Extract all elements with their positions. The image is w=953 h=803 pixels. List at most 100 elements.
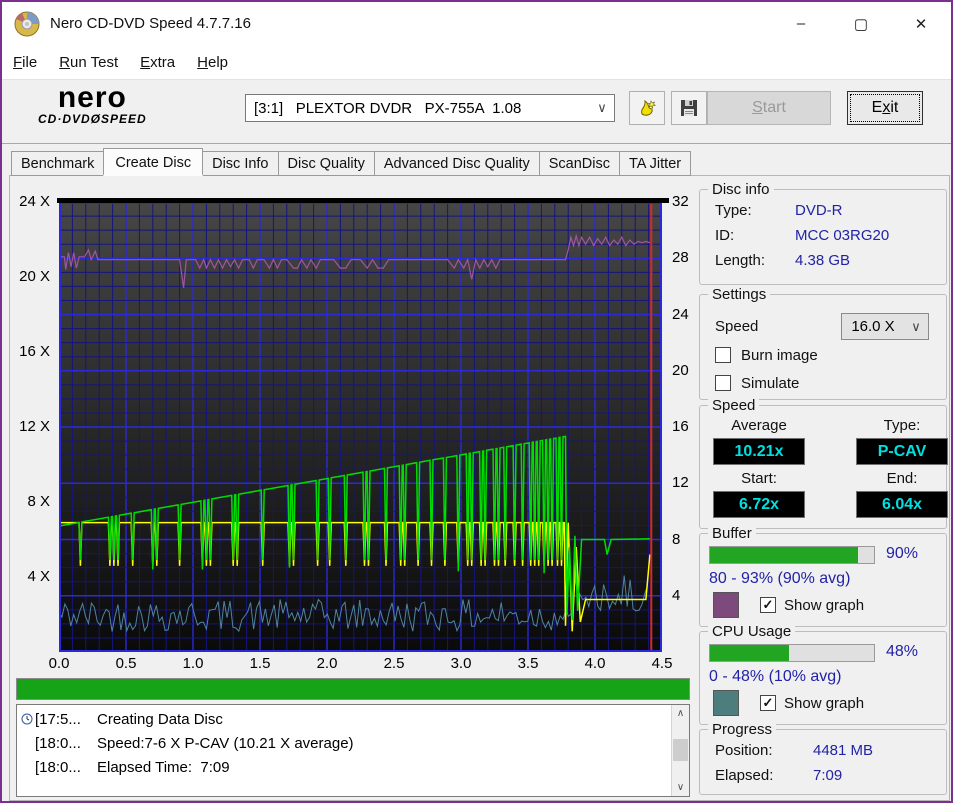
menu-extra[interactable]: Extra (129, 48, 186, 77)
scroll-thumb[interactable] (673, 739, 688, 761)
app-icon (14, 11, 40, 36)
cpu-color-swatch (713, 690, 739, 716)
x-axis-labels: 0.0 0.5 1.0 1.5 2.0 2.5 3.0 3.5 4.0 4.5 (49, 655, 673, 675)
left-axis-tick-label: 8 X (27, 493, 50, 510)
close-button[interactable]: ✕ (891, 2, 951, 45)
chevron-down-icon: ∨ (911, 318, 921, 334)
cpu-bar (709, 644, 875, 662)
elapsed-label: Elapsed: (715, 767, 774, 784)
tab-bar: Benchmark Create Disc Disc Info Disc Qualit… (11, 148, 692, 176)
disc-id-value: MCC 03RG20 (795, 227, 890, 244)
menu-run-test[interactable]: Run Test (48, 48, 129, 77)
burn-image-label: Burn image (741, 347, 818, 364)
log-row[interactable]: [17:5... Creating Data Disc (19, 707, 670, 731)
chart-top-border (57, 198, 669, 203)
cpu-show-graph-checkbox[interactable] (760, 695, 776, 711)
simulate-label: Simulate (741, 375, 800, 392)
log-scrollbar[interactable]: ∧ ∨ (671, 705, 689, 796)
status-log[interactable]: [17:5... Creating Data Disc [18:0... Speed:… (16, 704, 690, 797)
maximize-button[interactable]: ▢ (831, 2, 891, 45)
x-axis-tick-label: 1.5 (249, 655, 271, 672)
tab-create-disc[interactable]: Create Disc (103, 148, 204, 176)
x-axis-tick-label: 0.5 (115, 655, 137, 672)
nero-logo-subtext: CD·DVDØSPEED (38, 112, 147, 126)
buffer-bar (709, 546, 875, 564)
log-row[interactable]: [18:0... Speed:7-6 X P-CAV (10.21 X avera… (19, 731, 670, 755)
tab-scandisc[interactable]: ScanDisc (539, 151, 620, 176)
right-axis-tick-label: 28 (672, 249, 689, 267)
start-button[interactable]: Start (707, 91, 831, 125)
chevron-down-icon: ∨ (597, 100, 607, 115)
drive-select-value: [3:1] PLEXTOR DVDR PX-755A 1.08 (254, 99, 522, 117)
disc-id-label: ID: (715, 227, 735, 244)
right-axis-tick-label: 20 (672, 361, 689, 379)
start-label: Start: (741, 470, 777, 487)
position-label: Position: (715, 742, 773, 759)
speed-setting-label: Speed (715, 318, 759, 335)
tab-disc-info[interactable]: Disc Info (203, 151, 279, 176)
scroll-up-icon[interactable]: ∧ (672, 705, 689, 722)
x-axis-tick-label: 3.5 (517, 655, 539, 672)
log-message: Speed:7-6 X P-CAV (10.21 X average) (97, 734, 354, 752)
settings-group: Settings Speed 16.0 X ∨ Burn image Simul… (699, 286, 947, 400)
tab-disc-quality[interactable]: Disc Quality (278, 151, 375, 176)
burn-image-checkbox[interactable] (715, 347, 731, 363)
menu-bar: File Run Test Extra Help (2, 45, 951, 80)
speed-select-value: 16.0 X (851, 318, 895, 335)
settings-title: Settings (708, 286, 771, 303)
burn-button[interactable] (629, 91, 665, 125)
cpu-title: CPU Usage (708, 623, 796, 640)
speed-group: Speed Average Type: 10.21x P-CAV Start: … (699, 397, 948, 529)
left-axis-tick-label: 24 X (19, 193, 50, 210)
disc-info-title: Disc info (708, 181, 774, 198)
nero-logo: nero CD·DVDØSPEED (38, 81, 147, 127)
disc-type-label: Type: (715, 202, 752, 219)
right-axis-tick-label: 4 (672, 586, 681, 604)
log-row[interactable]: [18:0... Elapsed Time: 7:09 (19, 755, 670, 779)
buffer-range: 80 - 93% (90% avg) (709, 570, 851, 587)
left-axis-tick-label: 20 X (19, 268, 50, 285)
type-label: Type: (883, 417, 921, 434)
scroll-down-icon[interactable]: ∨ (672, 779, 689, 796)
window-title: Nero CD-DVD Speed 4.7.7.16 (50, 15, 251, 32)
tab-benchmark[interactable]: Benchmark (11, 151, 105, 176)
disc-info-group: Disc info Type: DVD-R ID: MCC 03RG20 Len… (699, 181, 947, 285)
right-axis-tick-label: 16 (672, 418, 689, 435)
end-label: End: (886, 470, 918, 487)
toolbar: nero CD·DVDØSPEED [3:1] PLEXTOR DVDR PX-… (2, 80, 951, 144)
menu-help[interactable]: Help (186, 48, 239, 77)
buffer-show-graph-checkbox[interactable] (760, 597, 776, 613)
buffer-bar-fill (710, 547, 858, 563)
buffer-percent: 90% (886, 545, 919, 562)
start-speed-display: 6.72x (713, 491, 805, 518)
disc-type-value: DVD-R (795, 202, 843, 219)
right-axis-tick-label: 8 (672, 530, 681, 548)
right-axis-labels: 32 28 24 20 16 12 8 4 (668, 193, 696, 652)
tab-advanced-disc-quality[interactable]: Advanced Disc Quality (374, 151, 540, 176)
minimize-button[interactable]: – (771, 2, 831, 45)
left-axis-tick-label: 4 X (27, 568, 50, 585)
tab-ta-jitter[interactable]: TA Jitter (620, 151, 692, 176)
buffer-title: Buffer (708, 525, 756, 542)
elapsed-value: 7:09 (813, 767, 843, 784)
x-axis-tick-label: 4.0 (584, 655, 606, 672)
cpu-group: CPU Usage 48% 0 - 48% (10% avg) Show gra… (699, 623, 947, 725)
x-axis-tick-label: 0.0 (48, 655, 70, 672)
progress-title: Progress (708, 721, 777, 738)
progress-group: Progress Position: 4481 MB Elapsed: 7:09 (699, 721, 947, 795)
simulate-checkbox[interactable] (715, 375, 731, 391)
save-icon (681, 100, 697, 116)
nero-logo-text: nero (57, 81, 127, 114)
menu-file[interactable]: File (2, 48, 48, 77)
left-axis-tick-label: 12 X (19, 418, 50, 435)
drive-select[interactable]: [3:1] PLEXTOR DVDR PX-755A 1.08 ∨ (245, 94, 615, 122)
exit-button[interactable]: Ex it (847, 91, 923, 125)
buffer-show-graph-label: Show graph (784, 597, 865, 614)
cpu-percent: 48% (886, 643, 919, 660)
speed-select[interactable]: 16.0 X ∨ (841, 313, 929, 340)
save-button[interactable] (671, 91, 707, 125)
chart-svg (58, 202, 662, 652)
left-axis-labels: 24 X 20 X 16 X 12 X 8 X 4 X (2, 193, 55, 652)
write-progress-fill (17, 679, 689, 699)
disc-length-label: Length: (715, 252, 766, 269)
